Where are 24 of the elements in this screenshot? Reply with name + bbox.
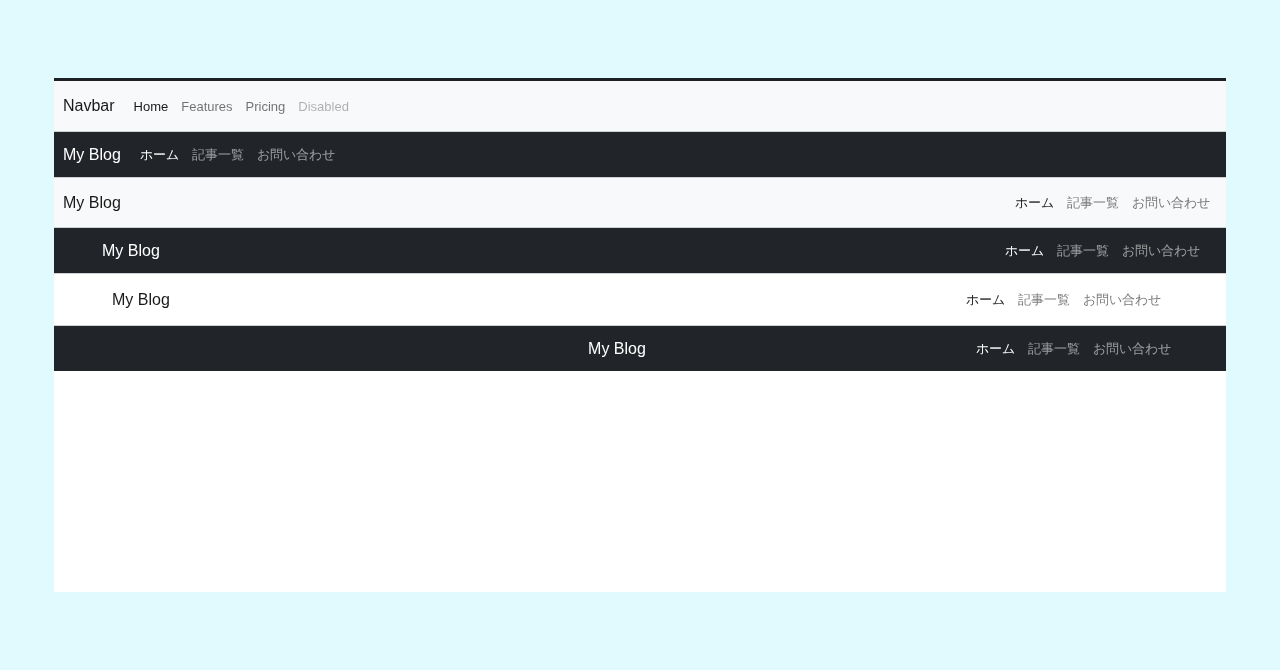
- nav-link[interactable]: 記事一覧: [1018, 290, 1070, 309]
- nav-link[interactable]: Features: [181, 98, 233, 114]
- nav-link[interactable]: 記事一覧: [1028, 339, 1080, 358]
- navbar-brand[interactable]: My Blog: [63, 145, 121, 164]
- nav-link[interactable]: Home: [133, 98, 169, 114]
- navbar-brand[interactable]: My Blog: [588, 339, 646, 358]
- nav-link[interactable]: ホーム: [976, 339, 1015, 358]
- nav-link[interactable]: 記事一覧: [191, 145, 244, 164]
- nav-link[interactable]: ホーム: [139, 145, 179, 164]
- nav-link[interactable]: 記事一覧: [1067, 193, 1119, 212]
- nav-link[interactable]: お問い合わせ: [1083, 290, 1161, 309]
- nav-link[interactable]: 記事一覧: [1057, 241, 1109, 260]
- navbar-brand[interactable]: My Blog: [63, 193, 121, 212]
- nav-link[interactable]: ホーム: [1015, 193, 1054, 212]
- nav-link[interactable]: お問い合わせ: [1093, 339, 1171, 358]
- nav-link[interactable]: Pricing: [245, 98, 286, 114]
- nav-link[interactable]: お問い合わせ: [256, 145, 335, 164]
- nav-link[interactable]: お問い合わせ: [1132, 193, 1210, 212]
- navbar-brand[interactable]: My Blog: [102, 241, 160, 260]
- navbar-brand[interactable]: My Blog: [112, 290, 170, 309]
- nav-link[interactable]: ホーム: [1005, 241, 1044, 260]
- nav-link[interactable]: お問い合わせ: [1122, 241, 1200, 260]
- navbar-brand[interactable]: Navbar: [63, 97, 115, 115]
- nav-link[interactable]: ホーム: [966, 290, 1005, 309]
